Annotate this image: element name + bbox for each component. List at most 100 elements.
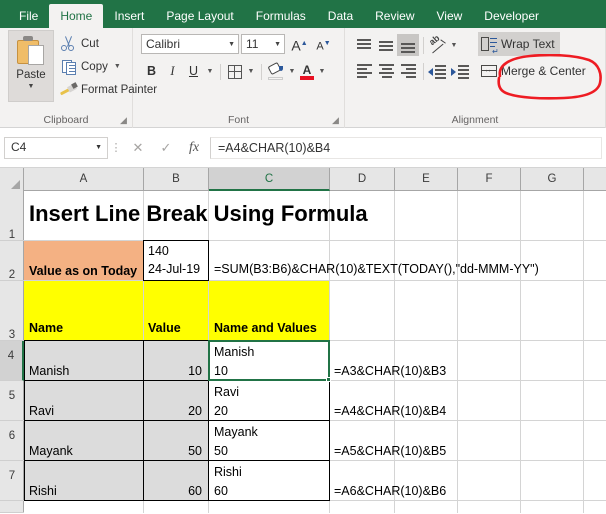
- cell-c6-line1[interactable]: Mayank: [211, 424, 261, 440]
- wrap-text-icon: ↵: [481, 36, 499, 56]
- row-header-3[interactable]: 3: [0, 281, 24, 341]
- chevron-down-icon[interactable]: ▼: [228, 41, 235, 48]
- copy-button[interactable]: Copy ▼: [60, 56, 121, 77]
- cell-c5-line2[interactable]: 20: [211, 403, 231, 419]
- column-header-c[interactable]: C: [209, 168, 330, 191]
- underline-button[interactable]: U: [183, 61, 204, 82]
- increase-indent-icon[interactable]: [451, 64, 469, 79]
- column-header-a[interactable]: A: [24, 168, 144, 191]
- name-box[interactable]: C4 ▼: [4, 136, 108, 159]
- align-left-button[interactable]: [353, 60, 375, 82]
- chevron-down-icon[interactable]: ▼: [274, 41, 281, 48]
- cell-a3[interactable]: Name: [26, 320, 66, 336]
- row-header-6[interactable]: 6: [0, 421, 24, 461]
- enter-formula-button[interactable]: ✓: [152, 140, 180, 156]
- cell-b3[interactable]: Value: [145, 320, 184, 336]
- borders-dropdown-caret[interactable]: ▼: [245, 68, 257, 75]
- cell-d5[interactable]: =A4&CHAR(10)&B4: [331, 403, 449, 419]
- merge-and-center-button[interactable]: ↔ Merge & Center: [478, 59, 591, 83]
- cell-b2-line1[interactable]: 140: [145, 243, 172, 259]
- formula-input[interactable]: =A4&CHAR(10)&B4: [210, 136, 602, 159]
- cell-b7[interactable]: 60: [143, 483, 205, 499]
- column-header-b[interactable]: B: [144, 168, 209, 191]
- align-right-button[interactable]: [397, 60, 419, 82]
- spreadsheet-grid: A B C D E F G 1 2 3 4 5 6 7 Insert Line …: [0, 168, 606, 513]
- font-size-input[interactable]: 11 ▼: [241, 34, 285, 54]
- fill-color-dropdown-caret[interactable]: ▼: [286, 68, 298, 75]
- cell-b2-line2[interactable]: 24-Jul-19: [145, 261, 203, 277]
- tab-data[interactable]: Data: [317, 4, 364, 28]
- cell-a2[interactable]: Value as on Today: [26, 263, 140, 279]
- cell-c6-line2[interactable]: 50: [211, 443, 231, 459]
- font-color-dropdown-caret[interactable]: ▼: [316, 68, 328, 75]
- font-group-label: Font: [227, 114, 249, 126]
- italic-button[interactable]: I: [162, 61, 183, 82]
- orientation-dropdown-caret[interactable]: ▼: [448, 42, 460, 49]
- fill-color-icon[interactable]: [267, 61, 284, 80]
- cell-a7[interactable]: Rishi: [26, 483, 60, 499]
- copy-label: Copy: [81, 60, 108, 73]
- underline-dropdown-caret[interactable]: ▼: [204, 68, 216, 75]
- cell-c3[interactable]: Name and Values: [211, 320, 320, 336]
- cell-a4[interactable]: Manish: [26, 363, 72, 379]
- row-header-8[interactable]: [0, 501, 24, 513]
- column-header-d[interactable]: D: [330, 168, 395, 191]
- decrease-font-size-button[interactable]: A▼: [313, 33, 334, 54]
- row-header-5[interactable]: 5: [0, 381, 24, 421]
- tab-page-layout[interactable]: Page Layout: [155, 4, 244, 28]
- decrease-indent-icon[interactable]: [428, 64, 446, 79]
- font-name-input[interactable]: Calibri ▼: [141, 34, 239, 54]
- cell-c2[interactable]: =SUM(B3:B6)&CHAR(10)&TEXT(TODAY(),"dd-MM…: [211, 261, 542, 277]
- increase-font-size-button[interactable]: A▲: [289, 33, 310, 54]
- align-bottom-button[interactable]: [397, 34, 419, 56]
- cell-a1[interactable]: Insert Line Break Using Formula: [26, 203, 371, 225]
- cell-d7[interactable]: =A6&CHAR(10)&B6: [331, 483, 449, 499]
- select-all-corner-button[interactable]: [0, 168, 24, 191]
- font-dialog-launcher-icon[interactable]: ◢: [332, 116, 341, 125]
- column-header-g[interactable]: G: [521, 168, 584, 191]
- cell-a6[interactable]: Mayank: [26, 443, 76, 459]
- insert-function-button[interactable]: fx: [180, 140, 208, 156]
- cell-b6[interactable]: 50: [143, 443, 205, 459]
- tab-file[interactable]: File: [8, 4, 49, 28]
- borders-icon[interactable]: [228, 64, 242, 79]
- cell-c7-line1[interactable]: Rishi: [211, 464, 245, 480]
- cell-b4[interactable]: 10: [143, 363, 205, 379]
- row-header-4[interactable]: 4: [0, 341, 24, 381]
- align-center-button[interactable]: [375, 60, 397, 82]
- tab-home[interactable]: Home: [49, 4, 104, 28]
- row-header-1[interactable]: 1: [0, 191, 24, 241]
- font-color-icon[interactable]: A: [300, 63, 314, 80]
- cell-b5[interactable]: 20: [143, 403, 205, 419]
- orientation-icon[interactable]: ab: [427, 33, 448, 55]
- active-cell-selection-c4[interactable]: [208, 340, 330, 381]
- row-header-column: 1 2 3 4 5 6 7: [0, 191, 24, 513]
- copy-dropdown-caret[interactable]: ▼: [114, 63, 121, 70]
- chevron-down-icon[interactable]: ▼: [95, 144, 102, 151]
- cell-c7-line2[interactable]: 60: [211, 483, 231, 499]
- tab-insert[interactable]: Insert: [103, 4, 155, 28]
- grow-font-label: A: [291, 37, 301, 54]
- column-header-f[interactable]: F: [458, 168, 521, 191]
- paste-button[interactable]: Paste ▼: [8, 30, 54, 102]
- cancel-formula-button[interactable]: ✕: [124, 140, 152, 156]
- column-header-e[interactable]: E: [395, 168, 458, 191]
- fill-handle[interactable]: [326, 377, 331, 382]
- align-top-button[interactable]: [353, 34, 375, 56]
- clipboard-dialog-launcher-icon[interactable]: ◢: [120, 116, 129, 125]
- wrap-text-button[interactable]: ↵ Wrap Text: [478, 32, 560, 56]
- tab-formulas[interactable]: Formulas: [245, 4, 317, 28]
- cell-d4[interactable]: =A3&CHAR(10)&B3: [331, 363, 449, 379]
- cell-d6[interactable]: =A5&CHAR(10)&B5: [331, 443, 449, 459]
- paste-dropdown-caret[interactable]: ▼: [9, 83, 53, 90]
- tab-developer[interactable]: Developer: [473, 4, 550, 28]
- align-middle-button[interactable]: [375, 34, 397, 56]
- row-header-2[interactable]: 2: [0, 241, 24, 281]
- cell-c5-line1[interactable]: Ravi: [211, 384, 242, 400]
- tab-review[interactable]: Review: [364, 4, 425, 28]
- tab-view[interactable]: View: [426, 4, 474, 28]
- row-header-7[interactable]: 7: [0, 461, 24, 501]
- bold-button[interactable]: B: [141, 61, 162, 82]
- cut-button[interactable]: Cut: [60, 33, 99, 54]
- cell-a5[interactable]: Ravi: [26, 403, 57, 419]
